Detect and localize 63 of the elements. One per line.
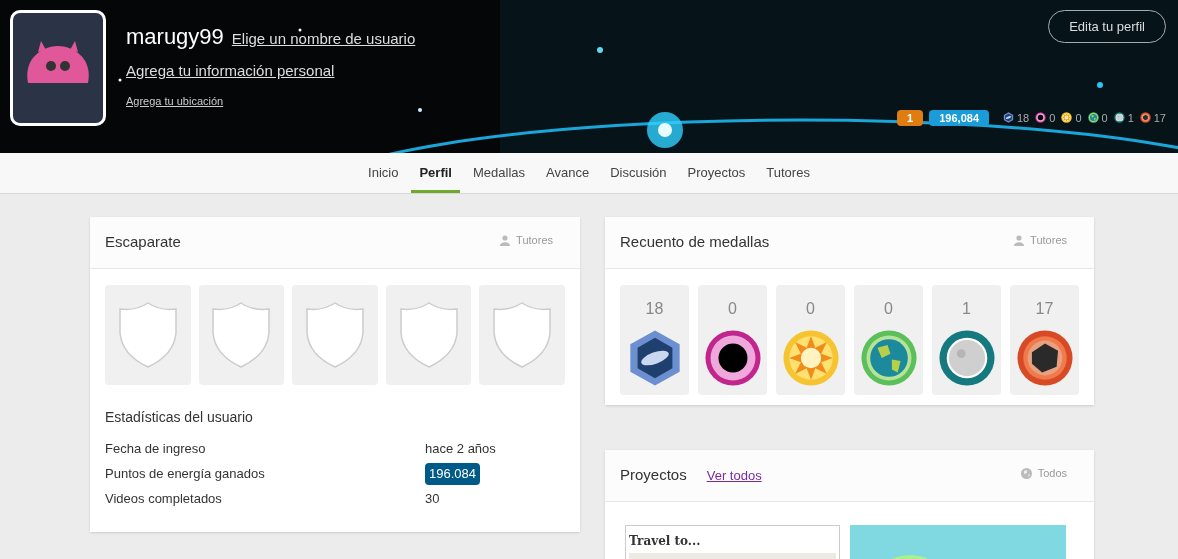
badge-count: 0	[1101, 110, 1108, 126]
shield-icon	[492, 301, 553, 369]
empty-badge-slot[interactable]	[292, 285, 378, 385]
nav-tab[interactable]: Inicio	[360, 153, 407, 193]
empty-badge-slot[interactable]	[385, 285, 472, 385]
badge-count: 0	[1049, 110, 1056, 126]
person-icon	[1014, 235, 1025, 246]
shield-icon	[117, 301, 178, 369]
medal-count: 18	[645, 299, 664, 319]
ring-medal-icon	[703, 329, 762, 387]
galaxy-medal-icon	[1003, 112, 1014, 124]
moon-medal-icon	[937, 329, 996, 387]
nav-tab[interactable]: Medallas	[464, 153, 533, 193]
see-all-link[interactable]: Ver todos	[706, 465, 762, 486]
nav-tab[interactable]: Avance	[538, 153, 598, 193]
visibility-label: Todos	[1037, 466, 1067, 482]
medal-count: 0	[806, 299, 815, 319]
globe-icon	[1020, 468, 1032, 479]
badge-count: 1	[1127, 110, 1134, 126]
medal-count: 0	[884, 299, 893, 319]
sun-medal-icon	[1061, 112, 1073, 124]
empty-badge-slot[interactable]	[105, 285, 191, 385]
stats-title: Estadísticas del usuario	[105, 408, 254, 427]
points-badge: 196.084	[425, 463, 480, 485]
earth-medal-icon	[859, 329, 918, 387]
moon-medal-icon	[1113, 112, 1125, 124]
card-title: Escaparate	[105, 232, 181, 253]
shield-icon	[398, 301, 459, 369]
ring-medal-icon	[1035, 112, 1047, 124]
nav-tab[interactable]: Tutores	[758, 153, 818, 193]
shield-icon	[305, 301, 365, 369]
stat-label: Videos completados	[105, 490, 223, 509]
visibility-label: Tutores	[516, 233, 553, 249]
stat-label: Fecha de ingreso	[105, 440, 207, 459]
project-thumbnail[interactable]: Travel to...	[625, 525, 840, 559]
earth-medal-icon	[1087, 112, 1099, 124]
stat-label: Puntos de energía ganados	[105, 465, 266, 484]
choose-username-link[interactable]: Elige un nombre de usuario	[231, 28, 416, 51]
nav-tab[interactable]: Discusión	[602, 153, 675, 193]
badge-count: 0	[1075, 110, 1082, 126]
badge-count: 18	[1017, 110, 1030, 126]
nav-tab[interactable]: Proyectos	[679, 153, 754, 193]
visibility-label: Tutores	[1030, 233, 1067, 249]
card-title: Proyectos	[620, 465, 687, 486]
sun-medal-icon	[781, 329, 840, 387]
add-info-link[interactable]: Agrega tu información personal	[126, 60, 416, 83]
add-location-link[interactable]: Agrega tu ubicación	[126, 92, 416, 109]
badge-count: 17	[1153, 110, 1166, 126]
person-icon	[500, 235, 511, 246]
stat-value: 30	[425, 490, 440, 509]
card-title: Recuento de medallas	[620, 232, 770, 253]
empty-badge-slot[interactable]	[198, 285, 285, 385]
stat-value: hace 2 años	[425, 440, 496, 459]
medal-count: 17	[1035, 299, 1054, 319]
empty-badge-slot[interactable]	[479, 285, 565, 385]
meteor-medal-icon	[1139, 112, 1151, 124]
nav-tab[interactable]: Perfil	[411, 153, 460, 193]
shield-icon	[211, 301, 272, 369]
project-title: Travel to...	[629, 533, 702, 550]
username: marugy99	[126, 23, 224, 51]
meteor-medal-icon	[1015, 329, 1074, 387]
medal-count: 1	[962, 299, 971, 319]
medal-count: 0	[728, 299, 737, 319]
